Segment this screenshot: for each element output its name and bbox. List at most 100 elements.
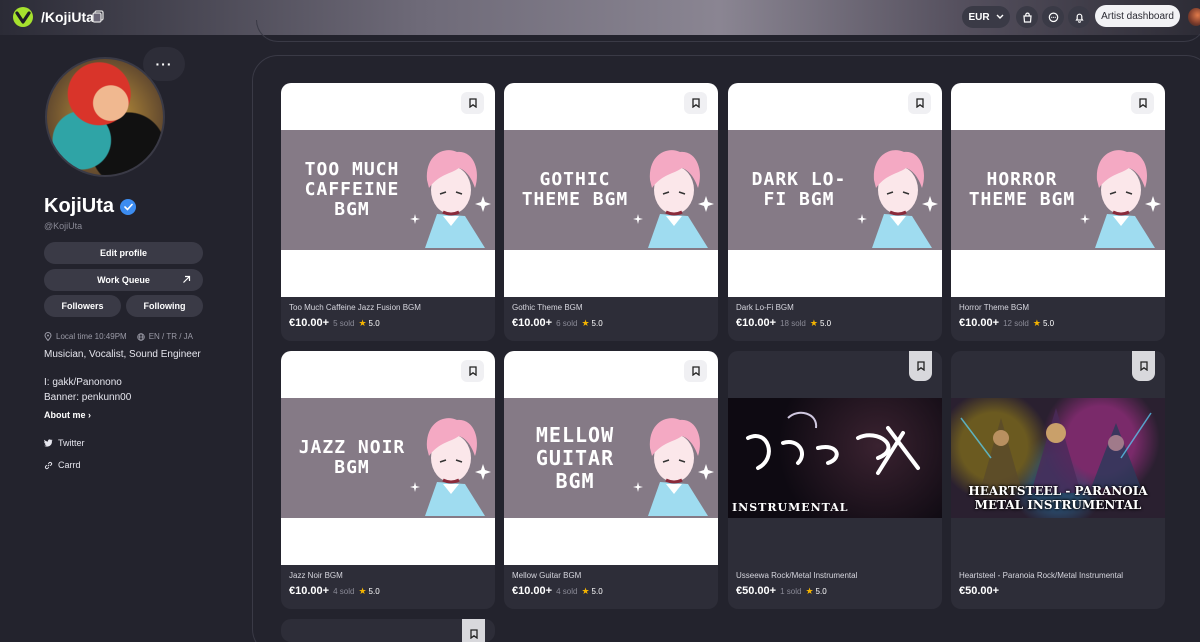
product-title: Dark Lo-Fi BGM: [736, 303, 794, 312]
product-title: Mellow Guitar BGM: [512, 571, 582, 580]
star-icon: ★: [1032, 318, 1041, 328]
thumbnail-title: Gothic Theme BGM: [521, 169, 629, 210]
bookmark-icon: [691, 366, 700, 376]
product-sold-count: 18 sold: [780, 319, 806, 328]
product-price: €10.00+: [289, 585, 330, 597]
vgen-logo-icon[interactable]: [12, 7, 34, 27]
product-card[interactable]: [281, 619, 495, 642]
bookmark-button[interactable]: [461, 92, 484, 114]
bookmark-icon: [469, 629, 478, 639]
banner-frame: [256, 20, 1200, 42]
profile-name: KojiUta: [44, 195, 114, 217]
languages: EN / TR / JA: [136, 332, 194, 341]
chibi-character-illustration: [857, 150, 938, 248]
product-thumbnail: Jazz Noir BGM: [281, 398, 495, 518]
thumbnail-title: Mellow Guitar BGM: [535, 422, 615, 493]
product-title: Usseewa Rock/Metal Instrumental: [736, 571, 858, 580]
product-card[interactable]: Too Much Caffeine BGM Too Much Caffeine …: [281, 83, 495, 341]
product-thumbnail: Gothic Theme BGM: [504, 130, 718, 250]
product-sold-count: 4 sold: [333, 587, 355, 596]
bookmark-icon: [916, 361, 925, 371]
product-thumbnail: Mellow Guitar BGM: [504, 398, 718, 518]
product-rating: ★ 5.0: [358, 586, 379, 597]
product-title: Heartsteel - Paranoia Rock/Metal Instrum…: [959, 571, 1124, 580]
product-price: €10.00+: [736, 317, 777, 329]
product-card[interactable]: Horror Theme BGM Horror Theme BGM €10.00…: [951, 83, 1165, 341]
carrd-label: Carrd: [58, 460, 81, 470]
bookmark-button[interactable]: [1131, 92, 1154, 114]
product-card[interactable]: INSTRUMENTAL Usseewa Rock/Metal Instrume…: [728, 351, 942, 609]
product-price-row: €10.00+ 18 sold ★ 5.0: [736, 317, 831, 329]
product-card[interactable]: Jazz Noir BGM Jazz Noir BGM €10.00+ 4 so…: [281, 351, 495, 609]
rating-value: 5.0: [591, 319, 603, 328]
product-price: €10.00+: [512, 317, 553, 329]
product-rating: ★ 5.0: [805, 586, 826, 597]
product-card[interactable]: HEARTSTEEL - PARANOIA METAL INSTRUMENTAL…: [951, 351, 1165, 609]
bookmark-icon: [468, 366, 477, 376]
following-button[interactable]: Following: [126, 295, 203, 317]
rating-value: 5.0: [1042, 319, 1055, 328]
product-price-row: €50.00+: [959, 585, 999, 597]
chevron-right-icon: ›: [88, 410, 92, 420]
rating-value: 5.0: [819, 319, 832, 328]
rating-value: 5.0: [591, 587, 603, 596]
product-thumbnail: Dark Lo-Fi BGM: [728, 130, 942, 250]
product-price: €10.00+: [512, 585, 553, 597]
artwork-caption: HEARTSTEEL - PARANOIA METAL INSTRUMENTAL: [968, 484, 1148, 512]
bio-line: Banner: penkunn00: [44, 392, 132, 403]
rating-value: 5.0: [815, 587, 827, 596]
bio-line: I: gakk/Panonono: [44, 377, 122, 388]
product-card[interactable]: Dark Lo-Fi BGM Dark Lo-Fi BGM €10.00+ 18…: [728, 83, 942, 341]
bookmark-button[interactable]: [908, 92, 931, 114]
product-card[interactable]: Mellow Guitar BGM Mellow Guitar BGM €10.…: [504, 351, 718, 609]
languages-text: EN / TR / JA: [148, 332, 194, 341]
edit-profile-button[interactable]: Edit profile: [44, 242, 203, 264]
product-thumbnail: HEARTSTEEL - PARANOIA METAL INSTRUMENTAL: [951, 398, 1165, 518]
thumbnail-title: Too Much Caffeine BGM: [304, 159, 400, 220]
product-price-row: €10.00+ 5 sold ★ 5.0: [289, 317, 380, 329]
globe-icon: [136, 332, 145, 341]
artwork-caption: INSTRUMENTAL: [732, 501, 849, 514]
local-time-text: Local time 10:49PM: [56, 332, 127, 341]
bookmark-button[interactable]: [461, 360, 484, 382]
product-thumbnail: Horror Theme BGM: [951, 130, 1165, 250]
product-sold-count: 6 sold: [556, 319, 578, 328]
profile-url: /KojiUta: [41, 9, 94, 25]
usseewa-artwork: INSTRUMENTAL: [728, 398, 942, 518]
more-options-button[interactable]: ···: [143, 47, 185, 81]
bookmark-button[interactable]: [1132, 351, 1155, 381]
bookmark-button[interactable]: [909, 351, 932, 381]
star-icon: ★: [809, 318, 818, 328]
thumbnail-title: Dark Lo-Fi BGM: [751, 169, 847, 210]
external-arrow-icon: [183, 275, 191, 283]
chibi-character-illustration: [1080, 150, 1161, 248]
product-rating: ★ 5.0: [581, 586, 602, 597]
about-me-link[interactable]: About me ›: [44, 410, 91, 420]
star-icon: ★: [805, 586, 814, 596]
thumbnail-title: Horror Theme BGM: [968, 169, 1076, 210]
product-price: €10.00+: [289, 317, 330, 329]
carrd-link[interactable]: Carrd: [44, 460, 81, 470]
bookmark-button[interactable]: [462, 619, 485, 642]
twitter-label: Twitter: [58, 438, 85, 448]
product-price-row: €10.00+ 4 sold ★ 5.0: [512, 585, 603, 597]
product-title: Too Much Caffeine Jazz Fusion BGM: [289, 303, 421, 312]
bookmark-icon: [1139, 361, 1148, 371]
heartsteel-artwork: HEARTSTEEL - PARANOIA METAL INSTRUMENTAL: [951, 398, 1165, 518]
work-queue-button[interactable]: Work Queue: [44, 269, 203, 291]
product-sold-count: 4 sold: [556, 587, 578, 596]
profile-sidebar: ··· KojiUta @KojiUta Edit profile Work Q…: [0, 35, 250, 642]
product-card[interactable]: Gothic Theme BGM Gothic Theme BGM €10.00…: [504, 83, 718, 341]
followers-button[interactable]: Followers: [44, 295, 121, 317]
copy-icon[interactable]: [92, 10, 104, 23]
bookmark-button[interactable]: [684, 92, 707, 114]
star-icon: ★: [358, 586, 367, 596]
about-me-label: About me: [44, 410, 86, 420]
twitter-link[interactable]: Twitter: [44, 438, 85, 448]
work-queue-label: Work Queue: [97, 275, 150, 285]
bookmark-button[interactable]: [684, 360, 707, 382]
product-sold-count: 5 sold: [333, 319, 355, 328]
star-icon: ★: [581, 318, 590, 328]
bookmark-icon: [1138, 98, 1147, 108]
profile-name-row: KojiUta: [44, 195, 136, 218]
